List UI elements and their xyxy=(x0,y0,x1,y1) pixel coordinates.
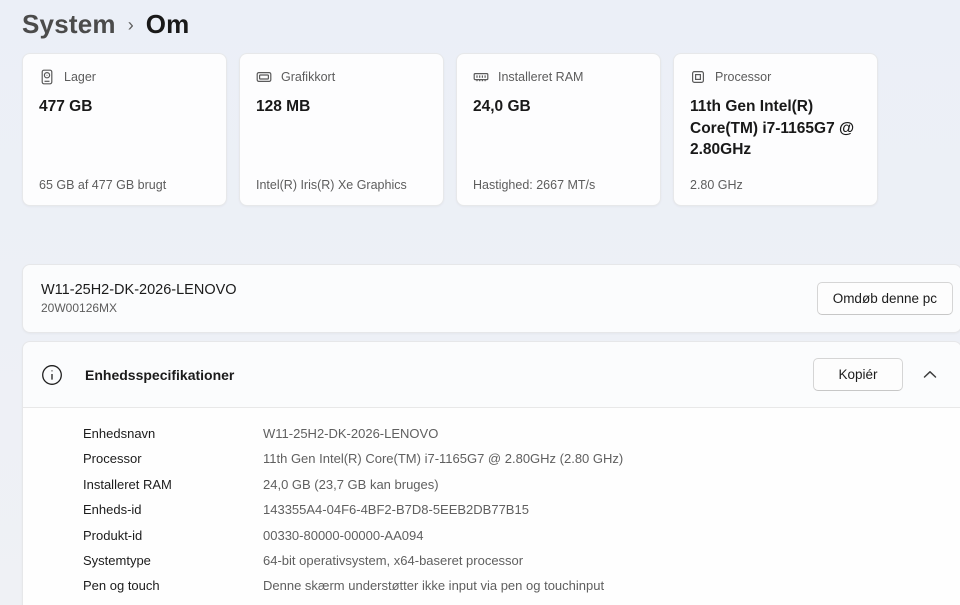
card-ram-value: 24,0 GB xyxy=(473,98,531,115)
device-model: 20W00126MX xyxy=(41,301,118,315)
breadcrumb-chevron-icon: › xyxy=(127,15,134,35)
device-specifications-title: Enhedsspecifikationer xyxy=(85,366,235,383)
spec-row-device-id: Enheds-id 143355A4-04F6-4BF2-B7D8-5EEB2D… xyxy=(83,497,960,522)
card-ram: Installeret RAM 24,0 GB Hastighed: 2667 … xyxy=(456,53,661,206)
summary-cards: Lager 477 GB 65 GB af 477 GB brugt Grafi… xyxy=(22,53,960,206)
spec-label: Installeret RAM xyxy=(83,476,172,492)
card-storage-footer: 65 GB af 477 GB brugt xyxy=(39,178,167,192)
spec-row-device-name: Enhedsnavn W11-25H2-DK-2026-LENOVO xyxy=(83,421,960,446)
spec-label: Pen og touch xyxy=(83,578,160,594)
card-processor-footer: 2.80 GHz xyxy=(690,178,743,192)
card-graphics-value: 128 MB xyxy=(256,98,311,115)
spec-row-pen-touch: Pen og touch Denne skærm understøtter ik… xyxy=(83,573,960,598)
device-name-panel: W11-25H2-DK-2026-LENOVO 20W00126MX Omdøb… xyxy=(22,264,960,333)
card-ram-label: Installeret RAM xyxy=(498,70,584,84)
spec-label: Enhedsnavn xyxy=(83,426,156,441)
spec-value: W11-25H2-DK-2026-LENOVO xyxy=(263,426,439,441)
card-storage-label: Lager xyxy=(64,70,96,84)
device-specifications-table: Enhedsnavn W11-25H2-DK-2026-LENOVO Proce… xyxy=(23,408,960,605)
spec-label: Processor xyxy=(83,451,142,467)
card-storage-value: 477 GB xyxy=(39,98,93,115)
device-specifications-panel: Enhedsspecifikationer Kopiér Enhedsnavn … xyxy=(22,341,960,605)
spec-row-processor: Processor 11th Gen Intel(R) Core(TM) i7-… xyxy=(83,446,960,471)
spec-label: Produkt-id xyxy=(83,527,143,543)
card-storage: Lager 477 GB 65 GB af 477 GB brugt xyxy=(22,53,227,206)
breadcrumb-system[interactable]: System xyxy=(22,9,116,40)
ram-icon xyxy=(473,69,489,85)
spec-value: 143355A4-04F6-4BF2-B7D8-5EEB2DB77B15 xyxy=(263,502,529,518)
card-processor-label: Processor xyxy=(715,70,772,84)
spec-row-ram: Installeret RAM 24,0 GB (23,7 GB kan bru… xyxy=(83,472,960,497)
storage-icon xyxy=(39,69,55,85)
card-processor-value: 11th Gen Intel(R) Core(TM) i7-1165G7 @ 2… xyxy=(690,98,855,159)
breadcrumb: System › Om xyxy=(0,0,960,44)
info-icon xyxy=(41,364,63,386)
card-ram-footer: Hastighed: 2667 MT/s xyxy=(473,178,596,192)
card-graphics: Grafikkort 128 MB Intel(R) Iris(R) Xe Gr… xyxy=(239,53,444,206)
card-processor: Processor 11th Gen Intel(R) Core(TM) i7-… xyxy=(673,53,878,206)
spec-value: 64-bit operativsystem, x64-baseret proce… xyxy=(263,553,524,569)
device-name: W11-25H2-DK-2026-LENOVO xyxy=(41,282,237,298)
cpu-icon xyxy=(690,69,706,85)
device-specifications-header[interactable]: Enhedsspecifikationer Kopiér xyxy=(23,342,960,408)
page-title: Om xyxy=(145,9,190,39)
gpu-icon xyxy=(256,69,272,85)
chevron-up-icon[interactable] xyxy=(923,370,937,379)
spec-label: Systemtype xyxy=(83,553,151,569)
spec-row-product-id: Produkt-id 00330-80000-00000-AA094 xyxy=(83,523,960,548)
device-identity: W11-25H2-DK-2026-LENOVO 20W00126MX xyxy=(41,282,237,315)
rename-pc-button[interactable]: Omdøb denne pc xyxy=(816,282,953,315)
copy-button[interactable]: Kopiér xyxy=(813,358,903,391)
spec-value: 11th Gen Intel(R) Core(TM) i7-1165G7 @ 2… xyxy=(263,451,624,467)
card-graphics-footer: Intel(R) Iris(R) Xe Graphics xyxy=(256,178,407,192)
card-graphics-label: Grafikkort xyxy=(281,70,336,84)
spec-value: 24,0 GB (23,7 GB kan bruges) xyxy=(263,476,439,492)
spec-row-system-type: Systemtype 64-bit operativsystem, x64-ba… xyxy=(83,548,960,573)
spec-value: Denne skærm understøtter ikke input via … xyxy=(263,578,605,594)
spec-value: 00330-80000-00000-AA094 xyxy=(263,527,424,543)
spec-label: Enheds-id xyxy=(83,502,142,518)
